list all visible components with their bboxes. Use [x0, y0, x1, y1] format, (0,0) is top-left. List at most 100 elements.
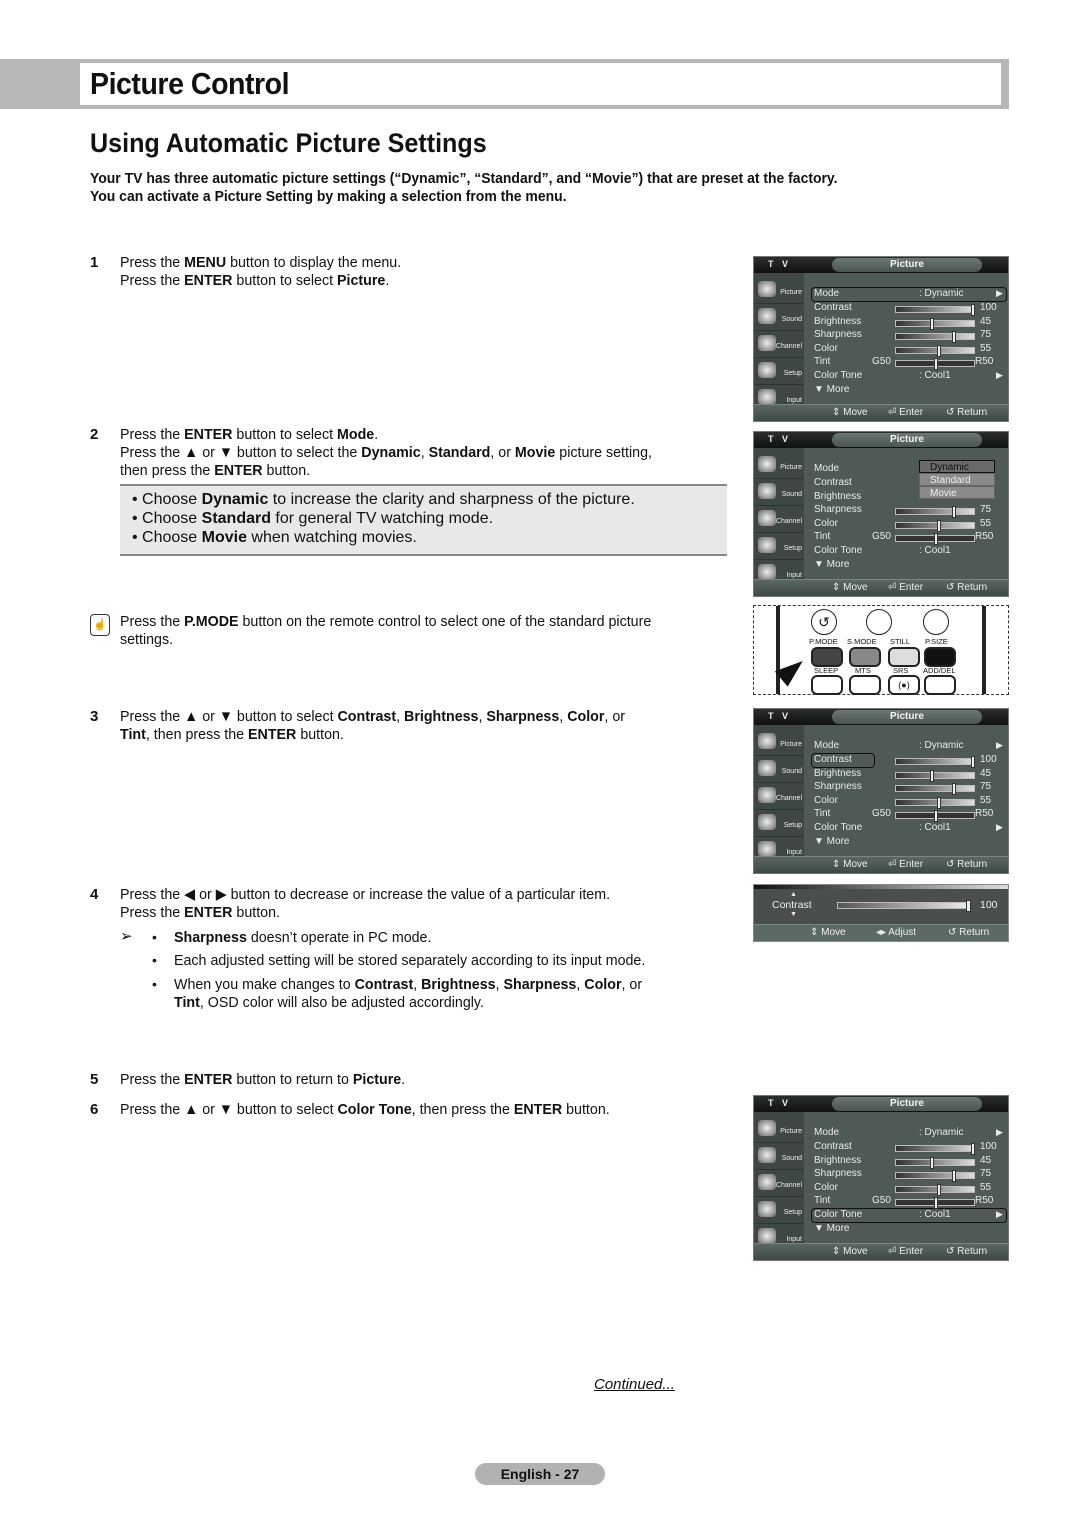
slider-thumb[interactable]: [937, 520, 942, 532]
mode-option-movie[interactable]: Movie: [919, 486, 995, 499]
slider-thumb[interactable]: [952, 783, 957, 795]
menu-item-mode[interactable]: Mode: [814, 740, 839, 751]
menu-item-color[interactable]: Color: [814, 1182, 838, 1193]
tint-slider[interactable]: [895, 533, 975, 545]
slider-thumb[interactable]: [971, 304, 975, 316]
menu-item-color[interactable]: Color: [814, 518, 838, 529]
menu-item-sharpness[interactable]: Sharpness: [814, 1168, 862, 1179]
slider-thumb[interactable]: [937, 345, 942, 357]
menu-item-color-tone[interactable]: Color Tone: [814, 545, 862, 556]
smode-button[interactable]: [849, 647, 881, 667]
menu-item-tint[interactable]: Tint: [814, 356, 830, 367]
srs-button[interactable]: (●): [888, 675, 920, 695]
adddel-button[interactable]: [924, 675, 956, 695]
menu-item-color-tone[interactable]: Color Tone: [814, 370, 862, 381]
picture-tab[interactable]: Picture: [832, 258, 982, 272]
brightness-slider[interactable]: [895, 770, 975, 782]
sharpness-slider[interactable]: [895, 1170, 975, 1182]
sidebar-item-picture[interactable]: Picture: [754, 452, 804, 479]
sidebar-item-sound[interactable]: Sound: [754, 304, 804, 331]
menu-item-tint[interactable]: Tint: [814, 808, 830, 819]
tint-slider[interactable]: [895, 1197, 975, 1209]
sidebar-item-setup[interactable]: Setup: [754, 810, 804, 837]
continued-link[interactable]: Continued...: [594, 1376, 675, 1393]
slider-thumb[interactable]: [933, 810, 938, 822]
slider-thumb[interactable]: [933, 533, 938, 545]
menu-item-color-tone[interactable]: Color Tone: [814, 822, 862, 833]
slider-thumb[interactable]: [929, 770, 934, 782]
color-slider[interactable]: [895, 1184, 975, 1196]
remote-round-button[interactable]: [923, 609, 949, 635]
sidebar-item-picture[interactable]: Picture: [754, 729, 804, 756]
slider-thumb[interactable]: [952, 331, 957, 343]
sidebar-item-setup[interactable]: Setup: [754, 1197, 804, 1224]
slider-thumb[interactable]: [952, 1170, 957, 1182]
color-slider[interactable]: [895, 345, 975, 357]
slider-thumb[interactable]: [966, 900, 971, 912]
picture-tab[interactable]: Picture: [832, 710, 982, 724]
psize-button[interactable]: [924, 647, 956, 667]
menu-item-mode[interactable]: Mode: [814, 1127, 839, 1138]
sidebar-item-channel[interactable]: Channel: [754, 1170, 804, 1197]
menu-item-color[interactable]: Color: [814, 795, 838, 806]
menu-item-contrast[interactable]: Contrast: [814, 477, 852, 488]
slider-thumb[interactable]: [937, 797, 942, 809]
tint-slider[interactable]: [895, 810, 975, 822]
menu-item-more[interactable]: ▼ More: [814, 384, 849, 395]
slider-thumb[interactable]: [937, 1184, 942, 1196]
menu-item-brightness[interactable]: Brightness: [814, 316, 861, 327]
still-button[interactable]: [888, 647, 920, 667]
sidebar-item-channel[interactable]: Channel: [754, 783, 804, 810]
sleep-button[interactable]: [811, 675, 843, 695]
mts-button[interactable]: [849, 675, 881, 695]
menu-item-sharpness[interactable]: Sharpness: [814, 504, 862, 515]
slider-thumb[interactable]: [952, 506, 957, 518]
sidebar-item-setup[interactable]: Setup: [754, 533, 804, 560]
contrast-slider[interactable]: [895, 756, 975, 768]
menu-item-more[interactable]: ▼ More: [814, 1223, 849, 1234]
brightness-slider[interactable]: [895, 318, 975, 330]
sidebar-item-sound[interactable]: Sound: [754, 1143, 804, 1170]
menu-item-color-tone[interactable]: Color Tone: [814, 1209, 862, 1220]
menu-item-more[interactable]: ▼ More: [814, 559, 849, 570]
slider-thumb[interactable]: [971, 1143, 975, 1155]
sidebar-item-picture[interactable]: Picture: [754, 277, 804, 304]
slider-thumb[interactable]: [933, 1197, 938, 1209]
menu-item-brightness[interactable]: Brightness: [814, 768, 861, 779]
menu-item-contrast[interactable]: Contrast: [814, 302, 852, 313]
menu-item-brightness[interactable]: Brightness: [814, 1155, 861, 1166]
slider-thumb[interactable]: [933, 358, 938, 370]
contrast-slider[interactable]: [895, 304, 975, 316]
slider-thumb[interactable]: [971, 756, 975, 768]
slider-thumb[interactable]: [929, 1157, 934, 1169]
tint-slider[interactable]: [895, 358, 975, 370]
return-button[interactable]: ↺: [811, 609, 837, 635]
menu-item-more[interactable]: ▼ More: [814, 836, 849, 847]
menu-item-contrast[interactable]: Contrast: [814, 1141, 852, 1152]
mode-option-standard[interactable]: Standard: [919, 473, 995, 486]
sidebar-item-sound[interactable]: Sound: [754, 756, 804, 783]
menu-item-mode[interactable]: Mode: [814, 288, 839, 299]
sharpness-slider[interactable]: [895, 783, 975, 795]
sharpness-slider[interactable]: [895, 506, 975, 518]
remote-round-button[interactable]: [866, 609, 892, 635]
brightness-slider[interactable]: [895, 1157, 975, 1169]
menu-item-tint[interactable]: Tint: [814, 1195, 830, 1206]
sidebar-item-setup[interactable]: Setup: [754, 358, 804, 385]
picture-tab[interactable]: Picture: [832, 1097, 982, 1111]
color-slider[interactable]: [895, 520, 975, 532]
menu-item-mode[interactable]: Mode: [814, 463, 839, 474]
menu-item-sharpness[interactable]: Sharpness: [814, 781, 862, 792]
mode-option-dynamic[interactable]: Dynamic: [919, 460, 995, 473]
sharpness-slider[interactable]: [895, 331, 975, 343]
adjust-slider[interactable]: [837, 900, 971, 912]
sidebar-item-sound[interactable]: Sound: [754, 479, 804, 506]
contrast-slider[interactable]: [895, 1143, 975, 1155]
menu-item-contrast[interactable]: Contrast: [814, 754, 852, 765]
color-slider[interactable]: [895, 797, 975, 809]
picture-tab[interactable]: Picture: [832, 433, 982, 447]
menu-item-tint[interactable]: Tint: [814, 531, 830, 542]
menu-item-sharpness[interactable]: Sharpness: [814, 329, 862, 340]
sidebar-item-picture[interactable]: Picture: [754, 1116, 804, 1143]
menu-item-color[interactable]: Color: [814, 343, 838, 354]
